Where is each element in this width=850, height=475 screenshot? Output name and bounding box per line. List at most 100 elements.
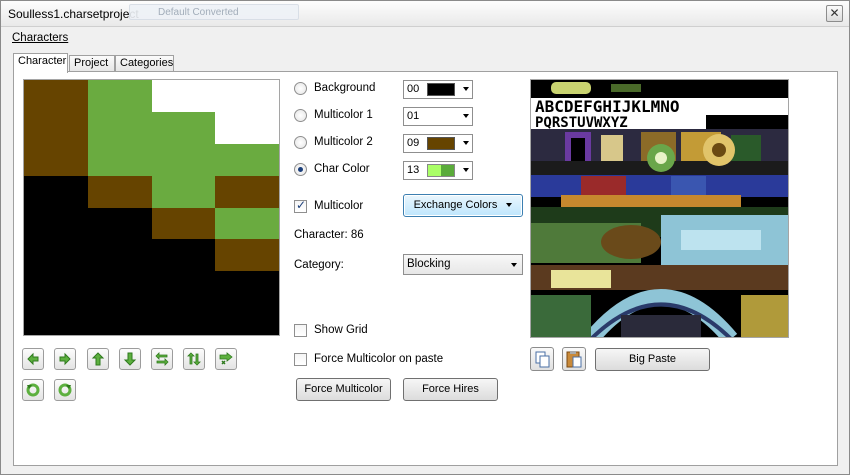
show-grid-label: Show Grid <box>314 324 368 336</box>
multicolor2-radio[interactable] <box>294 136 307 149</box>
editor-pixel[interactable] <box>215 207 279 240</box>
editor-pixel[interactable] <box>24 175 88 208</box>
editor-pixel[interactable] <box>215 143 279 176</box>
close-button[interactable]: ✕ <box>826 5 843 22</box>
editor-pixel[interactable] <box>87 143 152 176</box>
close-icon: ✕ <box>829 6 840 20</box>
editor-pixel[interactable] <box>151 303 216 335</box>
editor-pixel[interactable] <box>151 207 216 240</box>
mirror-horizontal-button[interactable] <box>151 348 173 370</box>
charset-row-2: PQRSTUVWXYZ <box>535 115 628 131</box>
charcolor-color-index: 13 <box>407 164 420 176</box>
tab-project[interactable]: Project <box>69 55 115 72</box>
editor-pixel[interactable] <box>151 143 216 176</box>
force-multicolor-button[interactable]: Force Multicolor <box>296 378 391 401</box>
editor-pixel[interactable] <box>24 271 88 304</box>
character-tab-panel: Background 00 Multicolor 1 01 Multicolor… <box>13 71 838 466</box>
menu-bar: Characters <box>2 28 848 48</box>
title-bar: Soulless1.charsetproject Default Convert… <box>1 1 849 27</box>
paste-button[interactable] <box>562 347 586 371</box>
invert-button[interactable] <box>215 348 237 370</box>
background-window-ghost: Default Converted <box>129 4 299 20</box>
category-select[interactable]: Blocking <box>403 254 523 275</box>
editor-pixel[interactable] <box>151 175 216 208</box>
chevron-down-icon <box>463 87 469 91</box>
editor-pixel[interactable] <box>24 80 88 112</box>
menu-characters[interactable]: Characters <box>12 32 68 44</box>
multicolor1-color-index: 01 <box>407 110 420 122</box>
shift-left-icon <box>27 352 39 366</box>
editor-pixel[interactable] <box>24 207 88 240</box>
category-value: Blocking <box>407 258 451 270</box>
mirror-vertical-button[interactable] <box>183 348 205 370</box>
shift-down-button[interactable] <box>119 348 141 370</box>
force-hires-button[interactable]: Force Hires <box>403 378 498 401</box>
tab-character[interactable]: Character <box>13 53 68 73</box>
multicolor2-color-index: 09 <box>407 137 420 149</box>
multicolor2-label: Multicolor 2 <box>314 136 373 148</box>
multicolor-label: Multicolor <box>314 200 364 212</box>
multicolor-checkbox[interactable] <box>294 198 307 213</box>
editor-pixel[interactable] <box>87 271 152 304</box>
rotate-right-icon <box>58 383 72 397</box>
multicolor2-color-swatch <box>427 137 455 150</box>
big-paste-button[interactable]: Big Paste <box>595 348 710 371</box>
background-color-select[interactable]: 00 <box>403 80 473 99</box>
editor-pixel[interactable] <box>24 239 88 272</box>
editor-pixel[interactable] <box>151 239 216 272</box>
editor-pixel[interactable] <box>151 80 216 112</box>
shift-left-button[interactable] <box>22 348 44 370</box>
editor-pixel[interactable] <box>87 239 152 272</box>
shift-down-icon <box>123 352 137 366</box>
character-pixel-editor[interactable] <box>23 79 280 336</box>
shift-right-icon <box>59 352 71 366</box>
chevron-down-icon <box>463 168 469 172</box>
charcolor-color-swatch <box>427 164 455 177</box>
exchange-colors-button[interactable]: Exchange Colors <box>403 194 523 217</box>
copy-button[interactable] <box>530 347 554 371</box>
multicolor1-color-swatch <box>427 110 455 123</box>
editor-pixel[interactable] <box>87 175 152 208</box>
multicolor2-color-select[interactable]: 09 <box>403 134 473 153</box>
editor-pixel[interactable] <box>215 111 279 144</box>
show-grid-checkbox[interactable] <box>294 324 307 337</box>
editor-pixel[interactable] <box>151 111 216 144</box>
background-color-index: 00 <box>407 83 420 95</box>
editor-pixel[interactable] <box>215 303 279 335</box>
exchange-colors-label: Exchange Colors <box>413 199 498 211</box>
force-multicolor-paste-checkbox[interactable] <box>294 353 307 366</box>
charcolor-color-select[interactable]: 13 <box>403 161 473 180</box>
shift-right-button[interactable] <box>54 348 76 370</box>
multicolor1-label: Multicolor 1 <box>314 109 373 121</box>
editor-pixel[interactable] <box>87 207 152 240</box>
chevron-down-icon <box>511 263 517 267</box>
shift-up-button[interactable] <box>87 348 109 370</box>
background-color-swatch <box>427 83 455 96</box>
rotate-right-button[interactable] <box>54 379 76 401</box>
editor-pixel[interactable] <box>24 303 88 335</box>
editor-pixel[interactable] <box>215 271 279 304</box>
charcolor-label: Char Color <box>314 163 370 175</box>
ghost-window-title: Default Converted <box>158 7 239 18</box>
editor-pixel[interactable] <box>151 271 216 304</box>
tab-categories[interactable]: Categories <box>115 55 174 72</box>
editor-pixel[interactable] <box>87 303 152 335</box>
multicolor1-color-select[interactable]: 01 <box>403 107 473 126</box>
editor-pixel[interactable] <box>215 80 279 112</box>
invert-icon <box>219 352 233 365</box>
multicolor1-radio[interactable] <box>294 109 307 122</box>
editor-pixel[interactable] <box>215 239 279 272</box>
charcolor-radio[interactable] <box>294 163 307 176</box>
chevron-down-icon <box>506 203 513 208</box>
rotate-left-button[interactable] <box>22 379 44 401</box>
mirror-horizontal-icon <box>155 352 169 366</box>
editor-pixel[interactable] <box>24 143 88 176</box>
editor-pixel[interactable] <box>215 175 279 208</box>
shift-up-icon <box>91 352 105 366</box>
background-radio[interactable] <box>294 82 307 95</box>
editor-pixel[interactable] <box>87 111 152 144</box>
editor-pixel[interactable] <box>24 111 88 144</box>
charset-preview[interactable]: ABCDEFGHIJKLMNO PQRSTUVWXYZ <box>530 79 789 338</box>
editor-pixel[interactable] <box>87 80 152 112</box>
copy-icon <box>535 351 550 368</box>
